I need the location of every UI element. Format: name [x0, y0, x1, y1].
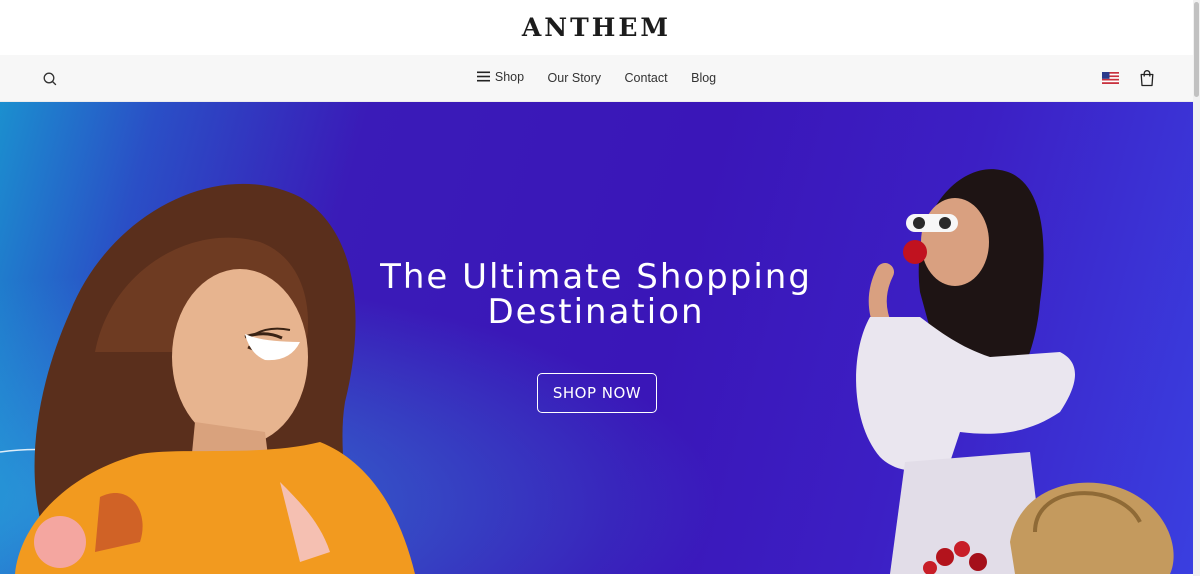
us-flag-icon[interactable]: [1102, 71, 1119, 84]
shop-now-button[interactable]: SHOP NOW: [537, 373, 657, 413]
nav-item-blog[interactable]: Blog: [691, 71, 716, 85]
shopping-bag-icon[interactable]: [1139, 69, 1155, 87]
hero-banner: The Ultimate Shopping Destination SHOP N…: [0, 102, 1193, 574]
nav-links: Shop Our Story Contact Blog: [0, 70, 1193, 85]
menu-icon: [476, 71, 490, 85]
main-navigation: Shop Our Story Contact Blog: [0, 55, 1193, 102]
hero-title: The Ultimate Shopping Destination: [380, 257, 812, 332]
brand-logo[interactable]: ANTHEM: [0, 13, 1193, 42]
page-scrollbar[interactable]: [1193, 0, 1200, 576]
nav-item-contact[interactable]: Contact: [625, 71, 668, 85]
nav-item-label: Shop: [494, 70, 525, 85]
nav-item-shop[interactable]: Shop: [476, 70, 525, 85]
hero-models-illustration: [0, 169, 1174, 574]
nav-item-our-story[interactable]: Our Story: [548, 71, 602, 85]
scrollbar-thumb[interactable]: [1194, 2, 1199, 97]
site-header: ANTHEM: [0, 0, 1193, 55]
